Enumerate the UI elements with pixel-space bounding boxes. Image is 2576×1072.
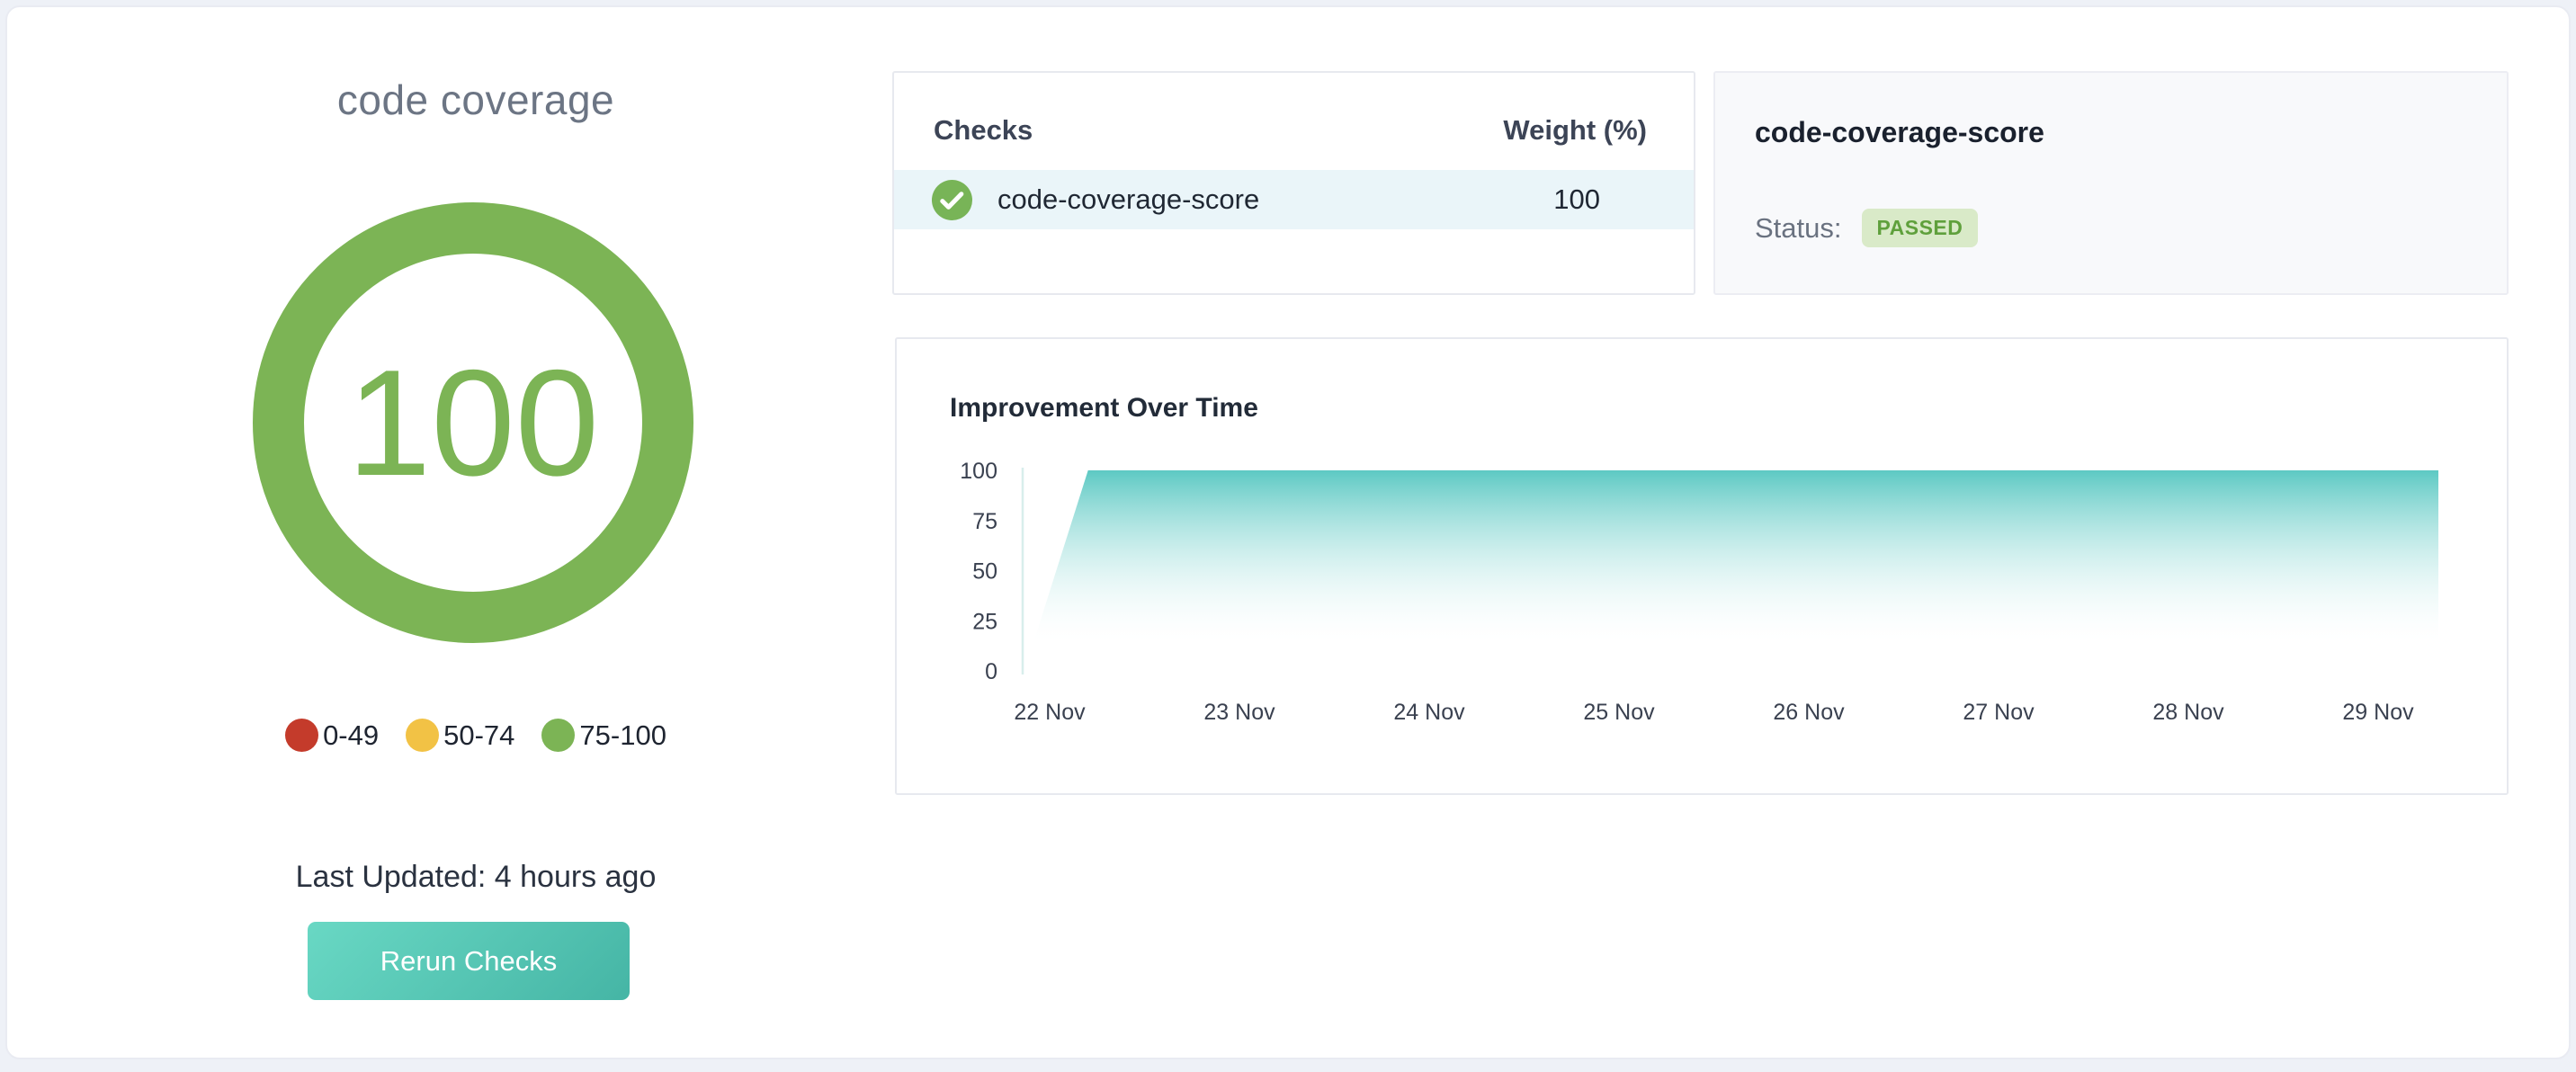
legend-label: 0-49 — [323, 719, 379, 752]
check-detail-title: code-coverage-score — [1755, 116, 2467, 149]
score-legend: 0-49 50-74 75-100 — [7, 719, 944, 752]
svg-text:50: 50 — [972, 559, 997, 585]
svg-text:24 Nov: 24 Nov — [1393, 700, 1465, 725]
red-dot-icon — [285, 719, 318, 752]
last-updated-text: Last Updated: 4 hours ago — [7, 860, 944, 895]
column-header-checks: Checks — [934, 114, 1033, 147]
green-dot-icon — [541, 719, 575, 752]
score-value: 100 — [347, 347, 599, 498]
check-circle-icon — [932, 180, 972, 220]
svg-text:27 Nov: 27 Nov — [1963, 700, 2035, 725]
check-detail-card: code-coverage-score Status: PASSED — [1713, 71, 2509, 295]
status-line: Status: PASSED — [1755, 209, 2467, 247]
legend-label: 50-74 — [443, 719, 514, 752]
check-name: code-coverage-score — [997, 183, 1553, 216]
legend-item-low: 0-49 — [285, 719, 379, 752]
page-title: code coverage — [7, 76, 944, 124]
legend-item-high: 75-100 — [541, 719, 666, 752]
svg-text:26 Nov: 26 Nov — [1773, 700, 1845, 725]
table-row[interactable]: code-coverage-score 100 — [894, 170, 1694, 229]
svg-text:25 Nov: 25 Nov — [1583, 700, 1655, 725]
svg-text:28 Nov: 28 Nov — [2152, 700, 2224, 725]
svg-text:29 Nov: 29 Nov — [2342, 700, 2414, 725]
column-header-weight: Weight (%) — [1503, 114, 1647, 147]
legend-item-medium: 50-74 — [406, 719, 514, 752]
checks-table-header: Checks Weight (%) — [894, 73, 1694, 147]
rerun-checks-button[interactable]: Rerun Checks — [308, 922, 630, 1000]
status-label: Status: — [1755, 212, 1842, 245]
svg-text:100: 100 — [960, 459, 997, 484]
check-weight-value: 100 — [1553, 183, 1600, 216]
status-badge: PASSED — [1862, 209, 1979, 247]
legend-label: 75-100 — [579, 719, 666, 752]
svg-text:25: 25 — [972, 609, 997, 634]
yellow-dot-icon — [406, 719, 439, 752]
improvement-chart-card: Improvement Over Time 025507510022 Nov23… — [895, 337, 2509, 795]
checks-table-card: Checks Weight (%) code-coverage-score 10… — [892, 71, 1695, 295]
svg-text:75: 75 — [972, 509, 997, 534]
svg-text:23 Nov: 23 Nov — [1203, 700, 1275, 725]
svg-text:22 Nov: 22 Nov — [1014, 700, 1086, 725]
svg-text:0: 0 — [985, 659, 997, 684]
improvement-area-chart: 0 25 50 75 100 22 Nov 23 Nov 24 Nov 25 Nov 26 Nov… — [897, 339, 2510, 797]
score-gauge: 100 — [253, 202, 693, 643]
dashboard-card: code coverage 100 0-49 50-74 75-100 Last… — [5, 5, 2571, 1059]
